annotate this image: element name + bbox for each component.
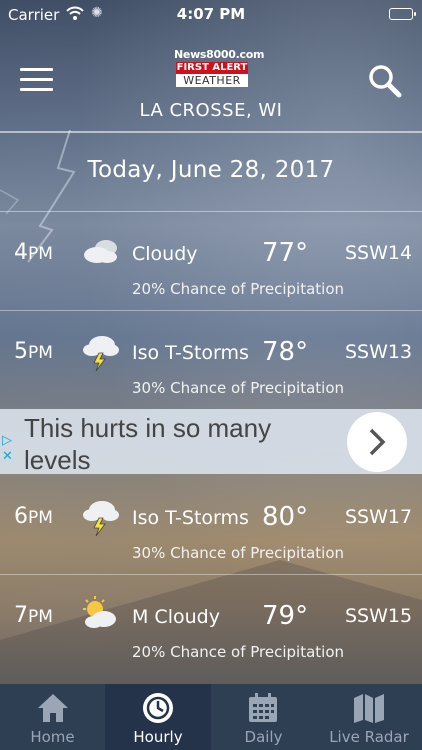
logo-weather: WEATHER [176,74,248,87]
ad-choices-icon[interactable]: ▷ ✕ [2,433,13,465]
hourly-row[interactable]: 5PM Iso T-Storms 78° SSW13 30% Chance of… [0,311,422,409]
tab-bar: Home Hourly Daily Live Radar [0,684,422,750]
calendar-icon [249,693,277,722]
hourly-row[interactable]: 4PM Cloudy 77° SSW14 20% Chance of Preci… [0,212,422,310]
tab-hourly[interactable]: Hourly [105,684,211,750]
precip-label: 20% Chance of Precipitation [132,280,345,298]
temperature-label: 80° [262,502,309,532]
condition-label: M Cloudy [132,606,220,628]
search-icon[interactable] [368,64,402,98]
tab-home[interactable]: Home [0,684,105,750]
hamburger-menu-icon[interactable] [20,68,53,92]
hour-label: 5PM [14,339,53,364]
thunderstorm-icon [78,329,122,373]
condition-label: Cloudy [132,243,198,265]
battery-icon [389,8,416,20]
home-icon [38,694,68,722]
station-logo: News8000.com FIRST ALERT WEATHER [174,48,265,94]
status-time: 4:07 PM [176,5,246,23]
partly-cloudy-icon [78,593,122,637]
temperature-label: 79° [262,601,309,631]
hour-label: 6PM [14,504,53,529]
hourly-row[interactable]: 6PM Iso T-Storms 80° SSW17 30% Chance of… [0,476,422,574]
precip-label: 30% Chance of Precipitation [132,379,345,397]
wind-label: SSW17 [345,506,413,528]
chevron-right-icon[interactable] [347,412,407,472]
tab-daily[interactable]: Daily [211,684,316,750]
tab-live-radar-label: Live Radar [329,728,409,746]
app-header: News8000.com FIRST ALERT WEATHER LA CROS… [0,30,422,131]
hour-label: 4PM [14,240,53,265]
logo-first-alert: FIRST ALERT [176,62,248,74]
logo-site: News8000.com [174,48,265,61]
thunderstorm-icon [78,494,122,538]
wind-label: SSW13 [345,341,413,363]
ad-text[interactable]: This hurts in so many levels [24,412,324,476]
map-icon [354,694,384,723]
header-divider [0,131,422,133]
tab-home-label: Home [30,728,75,746]
wind-label: SSW15 [345,605,413,627]
temperature-label: 77° [262,238,309,268]
tab-live-radar[interactable]: Live Radar [316,684,422,750]
ad-banner[interactable]: ▷ ✕ This hurts in so many levels [0,409,422,476]
precip-label: 30% Chance of Precipitation [132,544,345,562]
hour-label: 7PM [14,603,53,628]
wind-label: SSW14 [345,242,413,264]
tab-hourly-label: Hourly [133,728,183,746]
tab-daily-label: Daily [244,728,283,746]
precip-label: 20% Chance of Precipitation [132,643,345,661]
location-label: LA CROSSE, WI [139,100,283,121]
cloudy-icon [78,230,122,274]
clock-icon [143,693,173,723]
status-bar: Carrier ✺ 4:07 PM [0,0,422,30]
date-heading: Today, June 28, 2017 [87,157,335,183]
temperature-label: 78° [262,337,309,367]
hourly-row[interactable]: 7PM M Cloudy 79° SSW15 20% Chance of Pre… [0,575,422,673]
condition-label: Iso T-Storms [132,342,249,364]
condition-label: Iso T-Storms [132,507,249,529]
